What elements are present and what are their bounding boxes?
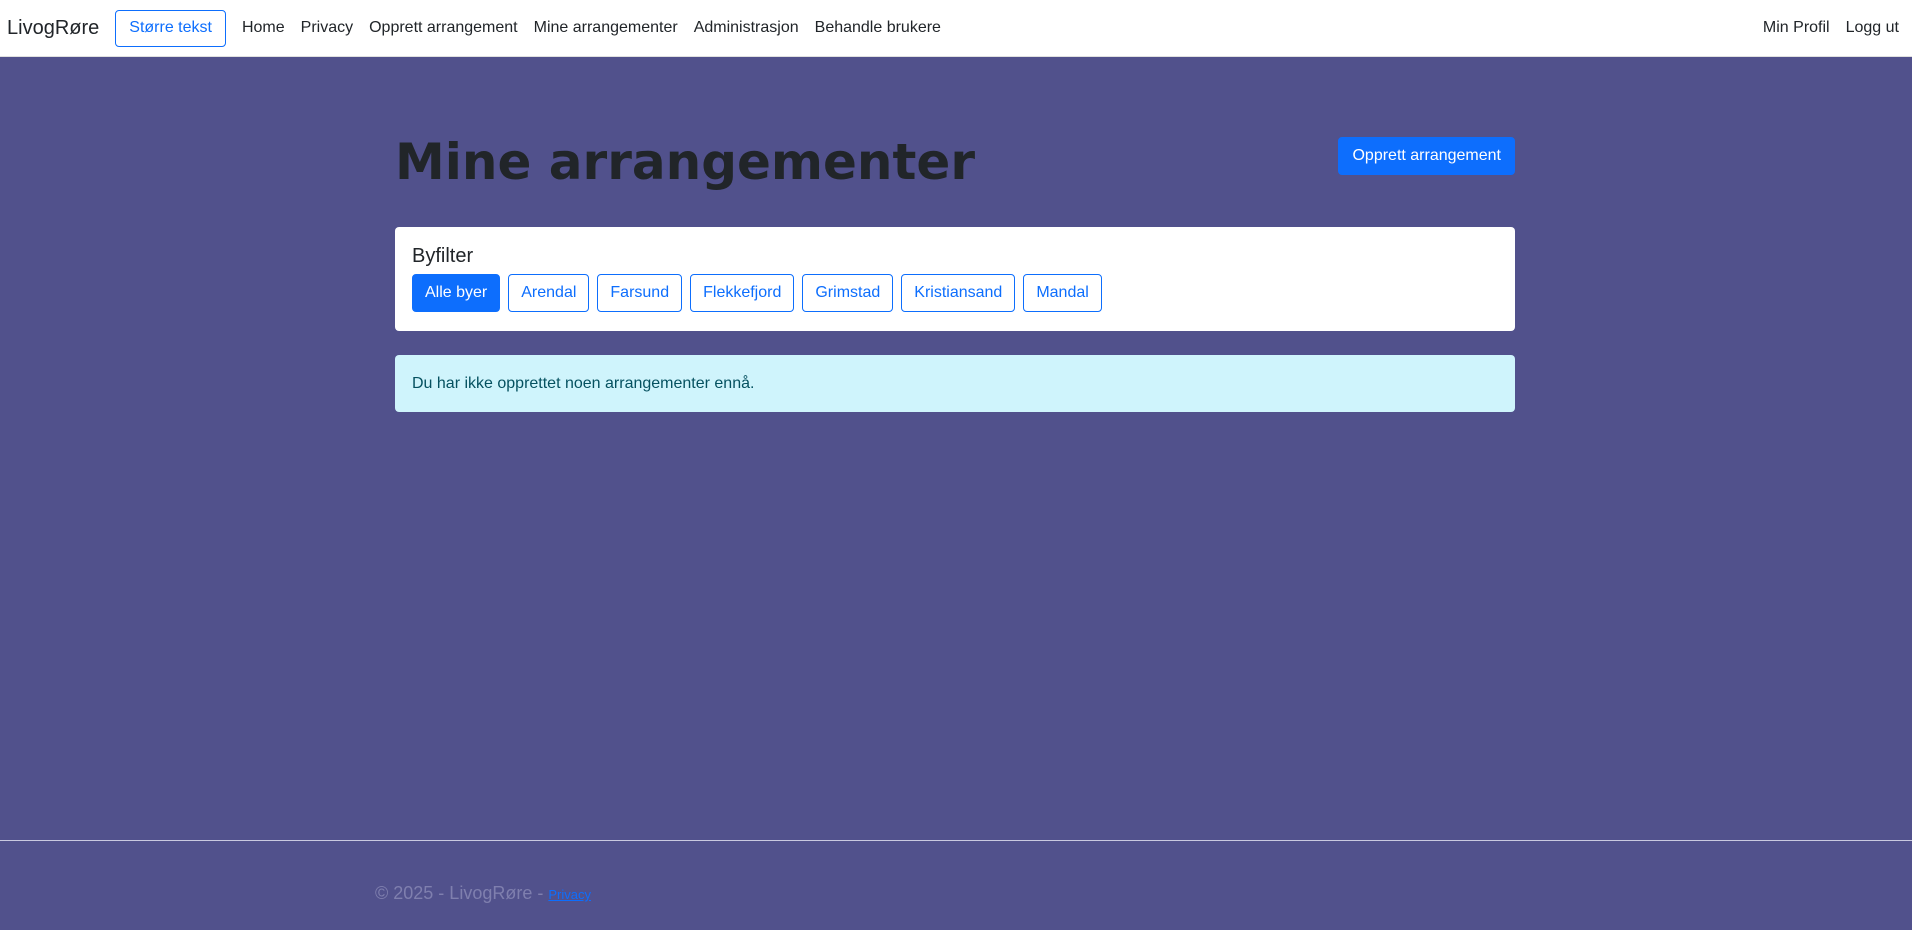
city-filter-buttons: Alle byer Arendal Farsund Flekkefjord Gr… [412,274,1498,312]
nav-link-manage-users[interactable]: Behandle brukere [807,19,949,37]
top-navbar: LivogRøre Større tekst Home Privacy Oppr… [0,0,1912,57]
nav-right: Min Profil Logg ut [1755,19,1907,37]
empty-events-alert: Du har ikke opprettet noen arrangementer… [395,355,1515,412]
nav-link-privacy[interactable]: Privacy [293,19,361,37]
page-header: Mine arrangementer Opprett arrangement [395,57,1515,227]
nav-links: Home Privacy Opprett arrangement Mine ar… [234,19,949,37]
filter-button-flekkefjord[interactable]: Flekkefjord [690,274,795,312]
nav-link-create-event[interactable]: Opprett arrangement [361,19,526,37]
nav-link-profile[interactable]: Min Profil [1755,19,1838,37]
footer-copyright-text: © 2025 - LivogRøre - [375,883,549,903]
nav-link-my-events[interactable]: Mine arrangementer [526,19,686,37]
brand-logo[interactable]: LivogRøre [7,17,99,40]
filter-button-farsund[interactable]: Farsund [597,274,683,312]
filter-button-all-cities[interactable]: Alle byer [412,274,501,312]
create-event-button[interactable]: Opprett arrangement [1338,137,1515,175]
nav-link-home[interactable]: Home [234,19,293,37]
main-content: Mine arrangementer Opprett arrangement B… [395,57,1515,412]
filter-button-mandal[interactable]: Mandal [1023,274,1102,312]
city-filter-title: Byfilter [412,245,474,267]
footer-privacy-link[interactable]: Privacy [548,887,591,902]
page-footer: © 2025 - LivogRøre - Privacy [0,840,1912,930]
nav-link-administration[interactable]: Administrasjon [686,19,807,37]
page-title: Mine arrangementer [395,133,975,191]
filter-button-kristiansand[interactable]: Kristiansand [901,274,1016,312]
filter-button-grimstad[interactable]: Grimstad [802,274,894,312]
nav-link-logout[interactable]: Logg ut [1838,19,1907,37]
footer-copyright: © 2025 - LivogRøre - Privacy [375,883,591,904]
larger-text-button[interactable]: Større tekst [115,9,226,47]
city-filter-card: Byfilter Alle byer Arendal Farsund Flekk… [395,227,1515,331]
filter-button-arendal[interactable]: Arendal [508,274,590,312]
